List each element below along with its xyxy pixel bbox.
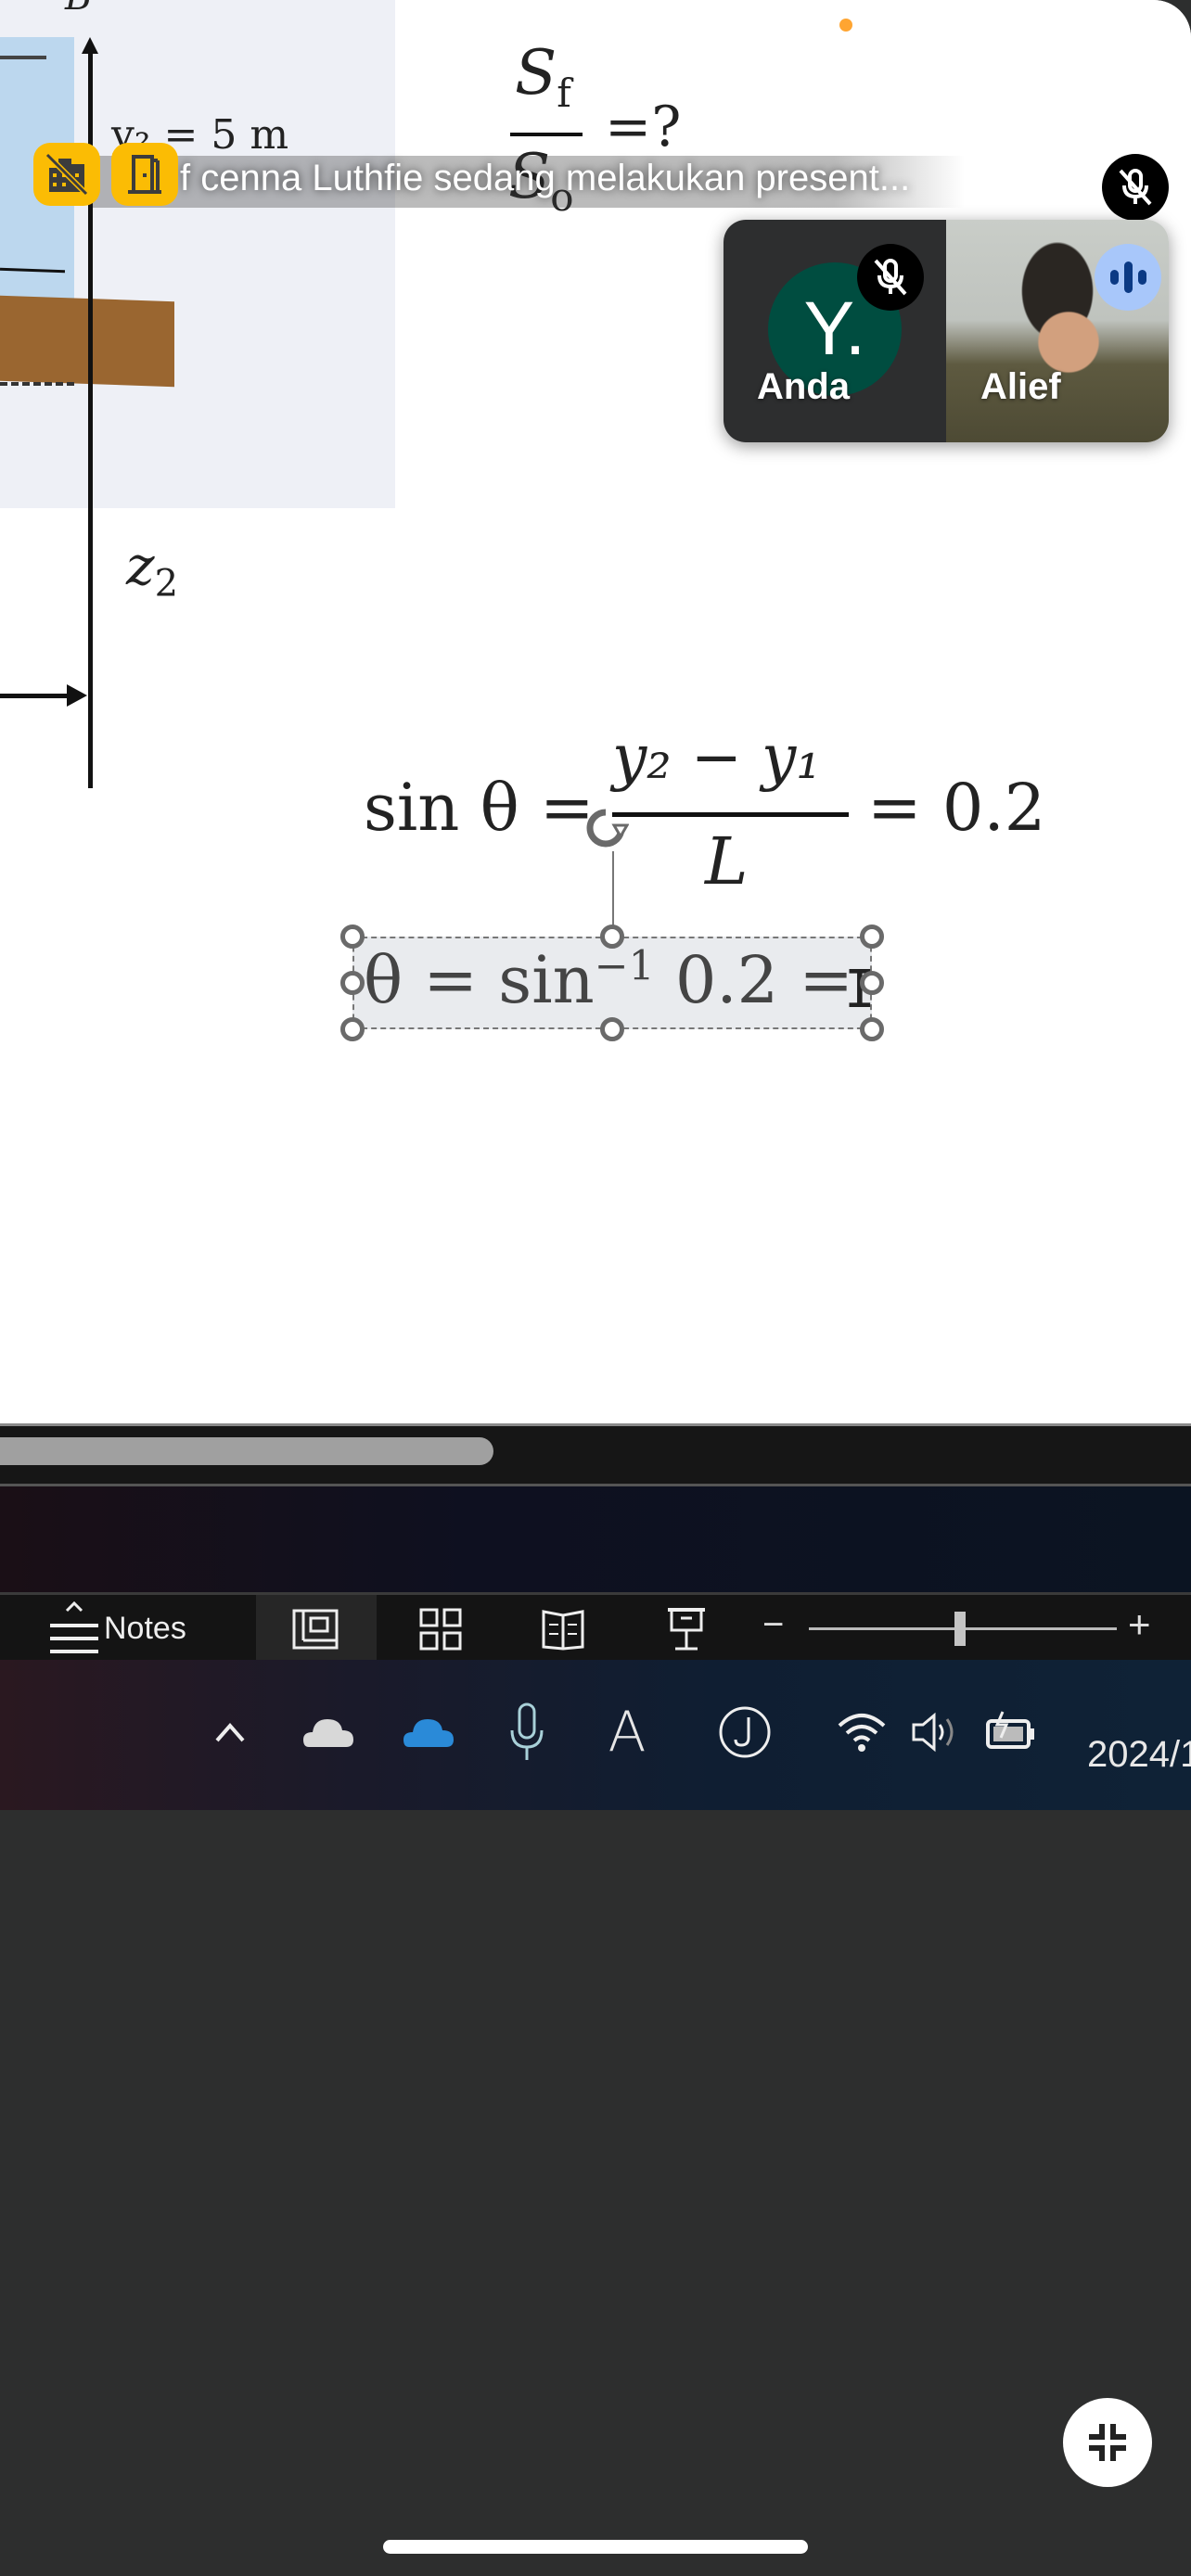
volume-button[interactable]	[907, 1704, 967, 1760]
volume-icon	[912, 1712, 954, 1753]
diagram-dashed-line	[0, 382, 74, 386]
equation-theta-part2: 0.2 =	[654, 942, 854, 1018]
battery-charging-icon	[986, 1711, 1034, 1749]
normal-view-icon	[292, 1609, 339, 1650]
onedrive-business-button[interactable]	[399, 1704, 458, 1760]
equation-sin-rhs: = 0.2	[867, 770, 1046, 846]
equation-theta-sup: −1	[594, 942, 655, 990]
notes-button[interactable]: Notes	[48, 1595, 186, 1663]
equation-sin-numerator: y₂ − y₁	[612, 721, 821, 793]
presenter-mic-muted	[1102, 154, 1169, 221]
resize-handle-bottom-left[interactable]	[340, 1017, 365, 1041]
slide-sorter-button[interactable]	[417, 1608, 464, 1651]
slideshow-icon	[668, 1608, 705, 1651]
chevron-up-icon	[215, 1722, 245, 1742]
powerpoint-status-bar: Notes − +	[0, 1592, 1191, 1665]
equation-sin-lhs: sin θ =	[364, 770, 595, 846]
zoom-out-button[interactable]: −	[762, 1604, 784, 1646]
participant-tiles[interactable]: Y. Anda Alief	[724, 220, 1169, 442]
door-badge[interactable]	[111, 143, 178, 206]
notes-label: Notes	[104, 1611, 186, 1646]
slide-sorter-icon	[419, 1608, 462, 1651]
ratio-num-base: S	[515, 37, 557, 108]
show-hidden-icons-button[interactable]	[206, 1704, 254, 1760]
diagram-force-arrow-head	[67, 684, 87, 707]
recording-indicator-dot	[839, 19, 852, 32]
horizontal-scrollbar[interactable]	[0, 1423, 1191, 1486]
notes-pane-area	[0, 1484, 1191, 1595]
battery-button[interactable]	[981, 1704, 1041, 1760]
ratio-rhs: =?	[605, 95, 682, 159]
resize-handle-right[interactable]	[860, 971, 884, 995]
resize-handle-bottom-right[interactable]	[860, 1017, 884, 1041]
diagram-label-z2: z2	[126, 534, 178, 606]
ratio-num-sub: f	[557, 70, 571, 117]
self-mic-muted	[857, 244, 924, 311]
resize-handle-top[interactable]	[600, 925, 624, 949]
building-off-badge[interactable]	[33, 143, 100, 206]
ime-button[interactable]: A	[601, 1700, 653, 1765]
mic-off-icon	[1119, 169, 1152, 206]
j-app-icon	[719, 1706, 771, 1758]
mic-off-icon	[874, 259, 907, 296]
presenter-banner-text: f cenna Luthfie sedang melakukan present…	[100, 158, 910, 199]
normal-view-button[interactable]	[292, 1608, 339, 1651]
equation-theta-part1: θ = sin	[364, 942, 595, 1018]
rotate-handle-icon[interactable]	[583, 805, 630, 851]
diagram-arrow-head	[82, 37, 98, 54]
presentation-slide: B y₂ = 5 m z2 Sf So =? sin θ = y₂ − y₁ L…	[0, 0, 1191, 1423]
reading-view-button[interactable]	[540, 1608, 586, 1651]
microphone-icon	[510, 1702, 544, 1760]
microphone-tray-button[interactable]	[501, 1702, 553, 1760]
zoom-slider-thumb[interactable]	[954, 1612, 966, 1646]
resize-handle-top-right[interactable]	[860, 925, 884, 949]
z2-sub: 2	[154, 562, 179, 606]
participant-name: Alief	[980, 366, 1061, 407]
resize-handle-top-left[interactable]	[340, 925, 365, 949]
building-off-icon	[45, 153, 88, 196]
reading-view-icon	[542, 1610, 584, 1651]
ratio-numerator: Sf	[515, 37, 571, 116]
equation-theta[interactable]: θ = sin−1 0.2 =	[364, 942, 853, 1018]
resize-handle-left[interactable]	[340, 971, 365, 995]
slideshow-button[interactable]	[663, 1608, 710, 1651]
speaking-indicator-icon	[1095, 244, 1161, 311]
onedrive-personal-button[interactable]	[299, 1704, 358, 1760]
ratio-fraction-bar	[510, 133, 583, 136]
fullscreen-exit-icon	[1089, 2424, 1126, 2461]
zoom-in-button[interactable]: +	[1128, 1602, 1151, 1647]
home-indicator[interactable]	[383, 2540, 808, 2554]
scrollbar-thumb[interactable]	[0, 1437, 493, 1465]
onedrive-blue-icon	[403, 1719, 454, 1747]
resize-handle-bottom[interactable]	[600, 1017, 624, 1041]
diagram-beam	[0, 295, 174, 388]
onedrive-gray-icon	[303, 1719, 353, 1747]
equation-sin-denominator: L	[705, 823, 749, 899]
taskbar-date[interactable]: 2024/1	[1087, 1734, 1191, 1776]
diagram-water-surface	[0, 56, 46, 59]
windows-taskbar: A 2024/1	[0, 1660, 1191, 1810]
z2-base: z	[126, 534, 155, 597]
wifi-button[interactable]	[833, 1704, 890, 1760]
self-tile[interactable]: Y. Anda	[724, 220, 946, 442]
door-icon	[128, 155, 161, 194]
j-app-tray-button[interactable]	[714, 1704, 775, 1760]
ime-font-icon: A	[608, 1700, 647, 1765]
exit-fullscreen-button[interactable]	[1063, 2398, 1152, 2487]
equation-sin-fraction-bar	[612, 812, 849, 817]
presenter-banner-label: f cenna Luthfie sedang melakukan present…	[180, 158, 911, 198]
notes-icon	[50, 1600, 98, 1653]
wifi-icon	[838, 1714, 886, 1752]
diagram-label-b: B	[65, 0, 92, 19]
self-name: Anda	[757, 366, 850, 407]
diagram-force-arrow	[0, 694, 74, 698]
